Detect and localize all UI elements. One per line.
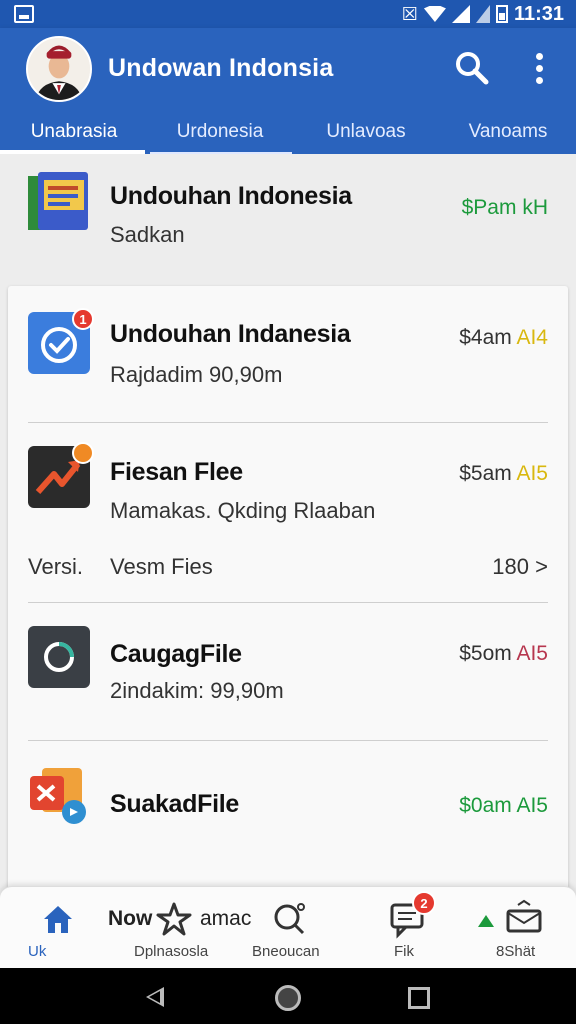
list-item[interactable]: Undouhan Indonesia Sadkan $Pam kH — [0, 154, 576, 284]
vibrate-icon: ☒ — [401, 3, 418, 24]
star-icon — [156, 902, 192, 936]
circle-ring-icon — [28, 626, 90, 688]
more-dot-icon — [535, 76, 543, 84]
divider — [28, 602, 548, 603]
item-meta-time: $0am — [459, 794, 512, 817]
item-meta: $4am AI4 — [459, 326, 548, 350]
chevron-right-icon: > — [535, 554, 548, 579]
list-item[interactable]: CaugagFile 2indakim: 99,90m $5om AI5 — [0, 604, 576, 740]
more-options-button[interactable] — [524, 48, 554, 88]
version-row[interactable]: Versi. Vesm Fies 180 > — [28, 554, 548, 584]
back-icon[interactable] — [146, 987, 164, 1007]
avatar[interactable] — [26, 36, 92, 102]
more-dot-icon — [535, 52, 543, 60]
item-subtitle: Rajdadim 90,90m — [110, 362, 283, 387]
nav-label: 8Shät — [496, 943, 536, 960]
app-title: Undowan Indonsia — [108, 54, 334, 82]
item-title: Undouhan Indanesia — [110, 320, 351, 348]
item-title: SuakadFile — [110, 790, 239, 818]
version-count: 180 > — [492, 554, 548, 580]
search-icon — [456, 52, 489, 85]
list-item[interactable]: 1 Undouhan Indanesia Rajdadim 90,90m $4a… — [0, 288, 576, 422]
status-time: 11:31 — [513, 2, 564, 25]
search-button[interactable] — [452, 48, 492, 88]
item-meta: $5am AI5 — [459, 462, 548, 486]
screenshot-notification-icon — [14, 5, 34, 23]
avatar-portrait-icon — [28, 38, 90, 100]
nav-overlay-text: Now — [108, 907, 153, 930]
nav-label: Bneoucan — [252, 943, 320, 960]
item-meta-tag: AI5 — [516, 462, 548, 485]
recent-apps-icon[interactable] — [408, 987, 430, 1009]
status-icons: ☒ 11:31 — [402, 3, 564, 26]
item-title: Fiesan Flee — [110, 458, 243, 486]
more-dot-icon — [535, 64, 543, 72]
item-meta-time: $4am — [459, 326, 512, 349]
notification-badge — [72, 442, 94, 464]
home-button-icon[interactable] — [275, 985, 301, 1011]
home-icon — [44, 906, 72, 933]
tab-unlavoas[interactable]: Unlavoas — [292, 110, 440, 154]
app-bar: Undowan Indonsia Unabrasia Urdonesia Unl… — [0, 28, 576, 154]
nav-label: Dplnasosla — [134, 943, 209, 960]
system-navigation-bar — [0, 968, 576, 1024]
person-search-icon — [274, 903, 305, 935]
nav-label: Uk — [28, 943, 47, 960]
version-label: Versi. — [28, 554, 84, 579]
version-count-value: 180 — [492, 554, 530, 579]
notification-badge: 1 — [72, 308, 94, 330]
tab-label: Vanoams — [468, 121, 548, 142]
nav-label: Fik — [394, 943, 414, 960]
tab-urdonesia[interactable]: Urdonesia — [148, 110, 292, 154]
tab-label: Unlavoas — [326, 121, 406, 142]
tab-bar: Unabrasia Urdonesia Unlavoas Vanoams — [0, 110, 576, 154]
item-meta-time: $5om — [459, 642, 512, 665]
item-meta-time: $5am — [459, 462, 512, 485]
nav-item-share[interactable]: 8Shät — [470, 887, 566, 969]
tab-label: Urdonesia — [176, 121, 264, 142]
nav-overlay-text: amac — [200, 907, 252, 930]
item-meta-tag: AI5 — [516, 794, 548, 817]
nav-item-home[interactable]: Uk — [20, 887, 100, 969]
bottom-navigation: Uk Now Dplnasosla amac Bneoucan 2 Fik 8S… — [0, 886, 576, 968]
tab-label: Unabrasia — [30, 121, 118, 142]
item-title: CaugagFile — [110, 640, 242, 668]
item-subtitle: 2indakim: 99,90m — [110, 678, 284, 703]
tab-unabrasia[interactable]: Unabrasia — [0, 110, 148, 154]
list-item[interactable]: SuakadFile $0am AI5 — [0, 742, 576, 878]
item-subtitle: Mamakas. Qkding Rlaaban — [110, 498, 376, 523]
tab-vanoams[interactable]: Vanoams — [440, 110, 576, 154]
item-meta-time: $Pam — [461, 196, 517, 219]
divider — [28, 740, 548, 741]
item-meta: $Pam kH — [462, 196, 548, 220]
item-subtitle: Sadkan — [110, 222, 185, 247]
signal-secondary-icon — [475, 5, 490, 23]
arrow-up-icon — [478, 915, 494, 927]
item-meta-tag: kH — [522, 196, 548, 219]
notification-badge: 2 — [412, 891, 436, 915]
item-meta: $0am AI5 — [459, 794, 548, 818]
nav-item-fik[interactable]: 2 Fik — [380, 887, 440, 969]
signal-icon — [451, 5, 470, 23]
office-file-icon — [28, 764, 90, 826]
ebook-icon — [28, 172, 90, 234]
file-list: Undouhan Indonesia Sadkan $Pam kH 1 Undo… — [0, 154, 576, 906]
divider — [28, 422, 548, 423]
share-icon — [506, 899, 542, 933]
version-text: Vesm Fies — [110, 554, 213, 579]
item-meta-tag: AI4 — [516, 326, 548, 349]
item-meta-tag: AI5 — [516, 642, 548, 665]
wifi-icon — [423, 6, 446, 22]
item-title: Undouhan Indonesia — [110, 182, 352, 210]
item-meta: $5om AI5 — [459, 642, 548, 666]
nav-item-bneoucan[interactable]: amac Bneoucan — [200, 887, 330, 969]
battery-icon — [495, 5, 508, 23]
status-bar: ☒ 11:31 — [0, 0, 576, 28]
